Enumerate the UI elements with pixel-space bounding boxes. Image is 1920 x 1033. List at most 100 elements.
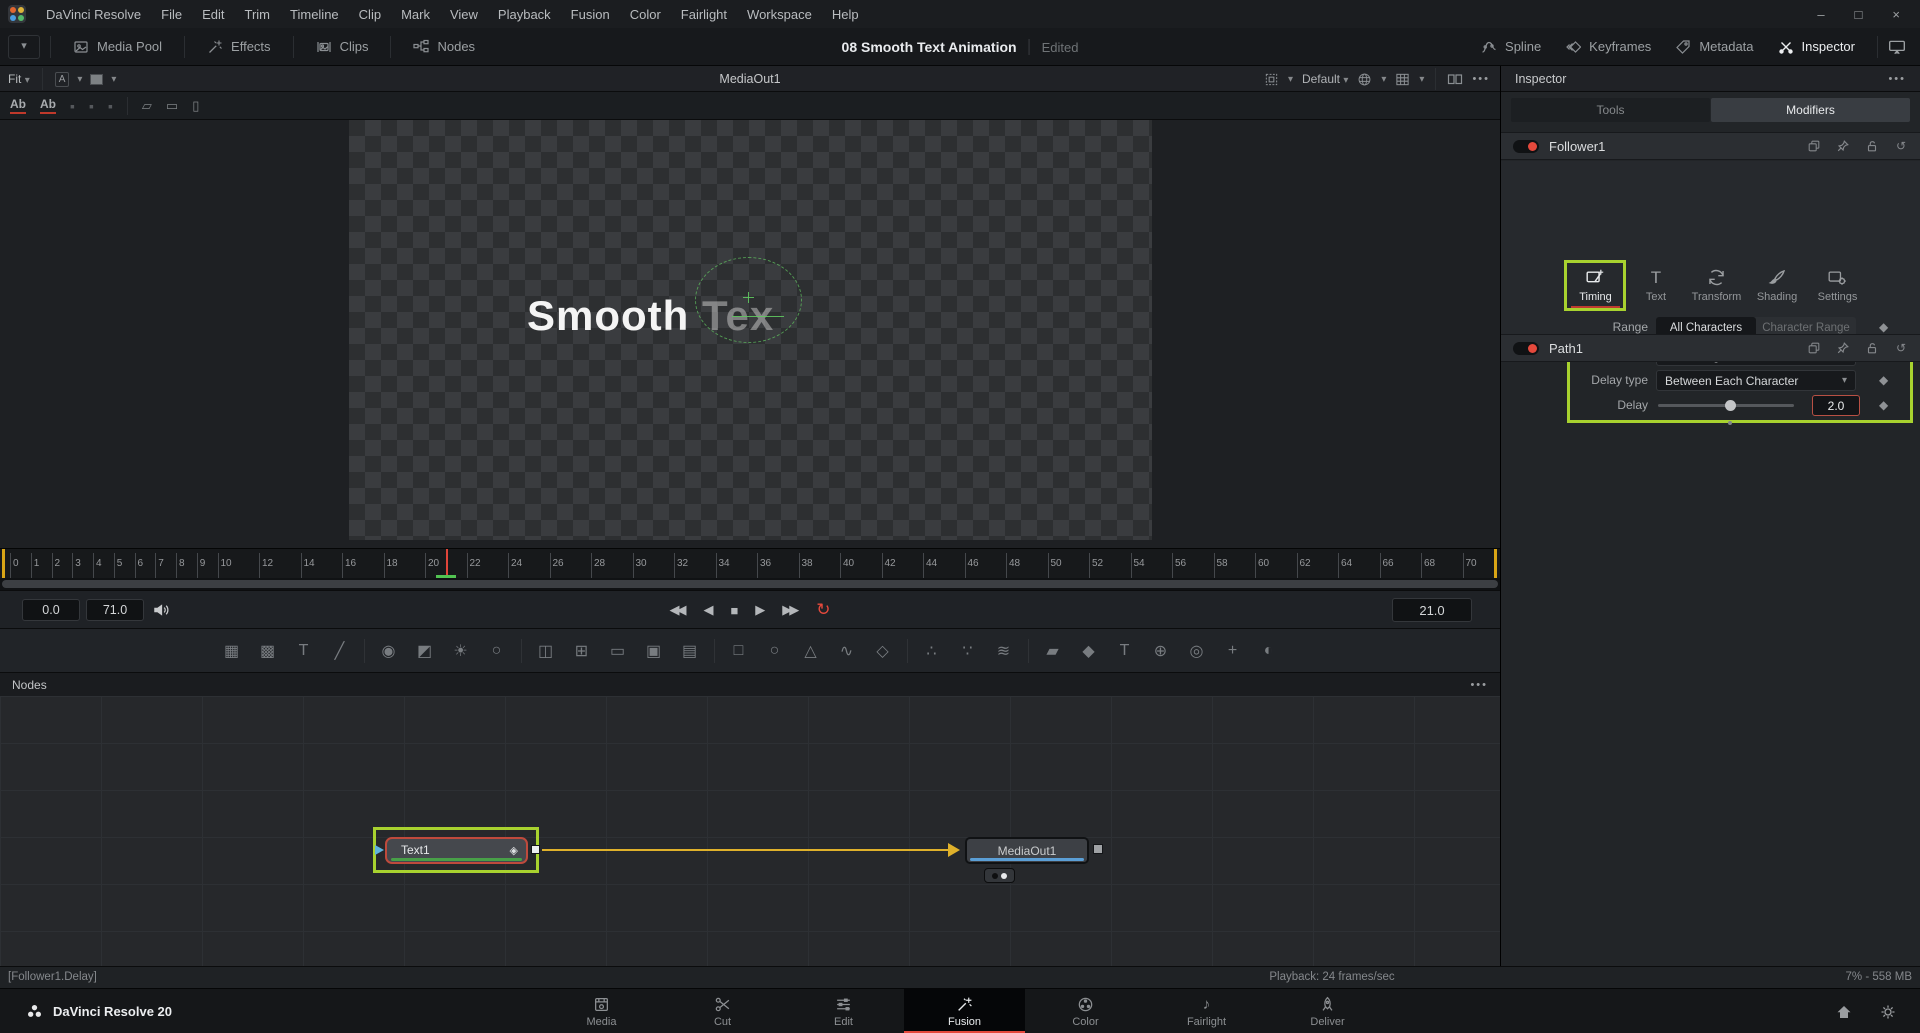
- viewer-options-button[interactable]: •••: [1472, 73, 1490, 85]
- mediaout1-output-connector[interactable]: [1093, 844, 1103, 854]
- follower-tab-transform[interactable]: Transform: [1688, 263, 1745, 307]
- roi-grid-icon[interactable]: [1264, 72, 1279, 87]
- text-case-ab-2-button[interactable]: Ab: [40, 97, 56, 114]
- delay-slider-track[interactable]: [1658, 404, 1794, 407]
- menu-fairlight[interactable]: Fairlight: [671, 0, 737, 28]
- ellipse-mask-tool-icon[interactable]: ○: [764, 642, 786, 660]
- lut-sphere-icon[interactable]: [1357, 72, 1372, 87]
- maximize-button[interactable]: □: [1855, 7, 1863, 22]
- p-render-tool-icon[interactable]: ≋: [993, 641, 1015, 661]
- light-3d-tool-icon[interactable]: +: [1222, 642, 1244, 660]
- follower1-pin-icon[interactable]: [1836, 139, 1850, 153]
- play-forward-button[interactable]: ▶: [755, 602, 762, 618]
- effects-button[interactable]: Effects: [195, 28, 283, 66]
- nodes-options-button[interactable]: •••: [1470, 679, 1488, 691]
- delay-slider-handle[interactable]: [1725, 400, 1736, 411]
- text-shear-1-button[interactable]: ▱: [142, 98, 152, 114]
- keyframe-diamond-icon[interactable]: ◆: [1879, 373, 1888, 387]
- chevron-down-icon[interactable]: ▾: [111, 74, 116, 85]
- delta-keyer-tool-icon[interactable]: ◩: [414, 641, 436, 661]
- path1-reset-icon[interactable]: ↺: [1894, 341, 1908, 355]
- page-color[interactable]: Color: [1025, 989, 1146, 1033]
- menu-view[interactable]: View: [440, 0, 488, 28]
- menu-color[interactable]: Color: [620, 0, 671, 28]
- magic-wand-mask-tool-icon[interactable]: ◇: [872, 641, 894, 661]
- node-graph-canvas[interactable]: Text1 ◈ MediaOut1: [0, 696, 1500, 966]
- color-swatch-button[interactable]: [90, 74, 103, 85]
- menu-playback[interactable]: Playback: [488, 0, 561, 28]
- inspector-options-button[interactable]: •••: [1888, 73, 1906, 85]
- crop-tool-icon[interactable]: ▤: [679, 641, 701, 661]
- glow-tool-icon[interactable]: ☀: [450, 641, 472, 661]
- modifier-diamond-icon[interactable]: ◈: [510, 844, 518, 857]
- follower1-header[interactable]: Follower1 ↺: [1501, 132, 1920, 160]
- menu-timeline[interactable]: Timeline: [280, 0, 349, 28]
- delay-type-dropdown[interactable]: Between Each Character ▾: [1656, 370, 1856, 391]
- tab-modifiers[interactable]: Modifiers: [1711, 98, 1910, 122]
- bspline-mask-tool-icon[interactable]: ∿: [836, 641, 858, 661]
- home-icon[interactable]: [1836, 1004, 1852, 1020]
- scrollbar-thumb[interactable]: [2, 580, 1498, 588]
- path1-header[interactable]: Path1 ↺: [1501, 334, 1920, 362]
- keyframes-button[interactable]: Keyframes: [1553, 28, 1663, 66]
- chevron-down-icon[interactable]: ▾: [1288, 74, 1293, 85]
- polygon-mask-tool-icon[interactable]: △: [800, 641, 822, 661]
- close-button[interactable]: ×: [1892, 7, 1900, 22]
- menu-davinci-resolve[interactable]: DaVinci Resolve: [36, 0, 151, 28]
- keyframe-diamond-icon[interactable]: ◆: [1879, 398, 1888, 412]
- channel-select-button[interactable]: A: [55, 72, 70, 87]
- keyframe-diamond-icon[interactable]: ◆: [1879, 320, 1888, 334]
- text-shear-2-button[interactable]: ▭: [166, 98, 178, 114]
- follower-tab-settings[interactable]: Settings: [1809, 263, 1866, 307]
- delay-value-field[interactable]: 2.0: [1812, 395, 1860, 416]
- camera-3d-tool-icon[interactable]: ◎: [1186, 641, 1208, 661]
- viewer-canvas[interactable]: Smooth Tex: [349, 120, 1152, 540]
- text-shear-3-button[interactable]: ▯: [192, 98, 199, 114]
- color-corrector-tool-icon[interactable]: ◉: [378, 641, 400, 661]
- node-text1[interactable]: Text1 ◈: [385, 837, 528, 864]
- path1-duplicate-icon[interactable]: [1807, 341, 1821, 355]
- go-to-end-button[interactable]: ▶▶: [782, 602, 796, 618]
- menu-edit[interactable]: Edit: [192, 0, 234, 28]
- menu-fusion[interactable]: Fusion: [561, 0, 620, 28]
- node-mediaout1[interactable]: MediaOut1: [965, 837, 1089, 864]
- text-option-2-button[interactable]: ▪: [89, 98, 94, 114]
- follower1-lock-icon[interactable]: [1865, 139, 1879, 153]
- layout-preset-dropdown[interactable]: Default ▾: [1302, 72, 1348, 86]
- letterbox-tool-icon[interactable]: ▭: [607, 641, 629, 661]
- page-fairlight[interactable]: ♪Fairlight: [1146, 989, 1267, 1033]
- clean-feed-monitor-icon[interactable]: [1888, 38, 1906, 56]
- play-reverse-button[interactable]: ◀: [703, 602, 710, 618]
- range-marker-left[interactable]: [2, 549, 5, 578]
- text-3d-tool-icon[interactable]: T: [1114, 642, 1136, 660]
- stop-button[interactable]: ■: [730, 603, 735, 618]
- minimize-button[interactable]: –: [1817, 7, 1824, 22]
- chevron-down-icon[interactable]: ▾: [1381, 74, 1386, 85]
- page-fusion[interactable]: Fusion: [904, 989, 1025, 1033]
- menu-mark[interactable]: Mark: [391, 0, 440, 28]
- page-edit[interactable]: Edit: [783, 989, 904, 1033]
- resize-tool-icon[interactable]: ▣: [643, 641, 665, 661]
- playhead[interactable]: [446, 549, 448, 578]
- guides-grid-icon[interactable]: [1395, 72, 1410, 87]
- clips-button[interactable]: Clips: [304, 28, 381, 66]
- range-end-field[interactable]: 71.0: [86, 599, 144, 621]
- menu-workspace[interactable]: Workspace: [737, 0, 822, 28]
- connection-line[interactable]: [542, 849, 948, 851]
- renderer-3d-tool-icon[interactable]: ◐: [1258, 642, 1280, 660]
- text-option-3-button[interactable]: ▪: [108, 98, 113, 114]
- menu-trim[interactable]: Trim: [235, 0, 281, 28]
- page-deliver[interactable]: Deliver: [1267, 989, 1388, 1033]
- range-marker-right[interactable]: [1494, 549, 1497, 578]
- follower1-reset-icon[interactable]: ↺: [1894, 139, 1908, 153]
- merge-3d-tool-icon[interactable]: ⊕: [1150, 641, 1172, 661]
- loop-button[interactable]: ↻: [816, 600, 830, 620]
- chevron-down-icon[interactable]: ▾: [1419, 74, 1424, 85]
- fast-noise-tool-icon[interactable]: ▩: [257, 641, 279, 661]
- timeline-scrollbar[interactable]: [0, 578, 1500, 590]
- tab-tools[interactable]: Tools: [1511, 98, 1710, 122]
- shape-3d-tool-icon[interactable]: ◆: [1078, 641, 1100, 661]
- path1-lock-icon[interactable]: [1865, 341, 1879, 355]
- page-cut[interactable]: Cut: [662, 989, 783, 1033]
- menu-clip[interactable]: Clip: [349, 0, 391, 28]
